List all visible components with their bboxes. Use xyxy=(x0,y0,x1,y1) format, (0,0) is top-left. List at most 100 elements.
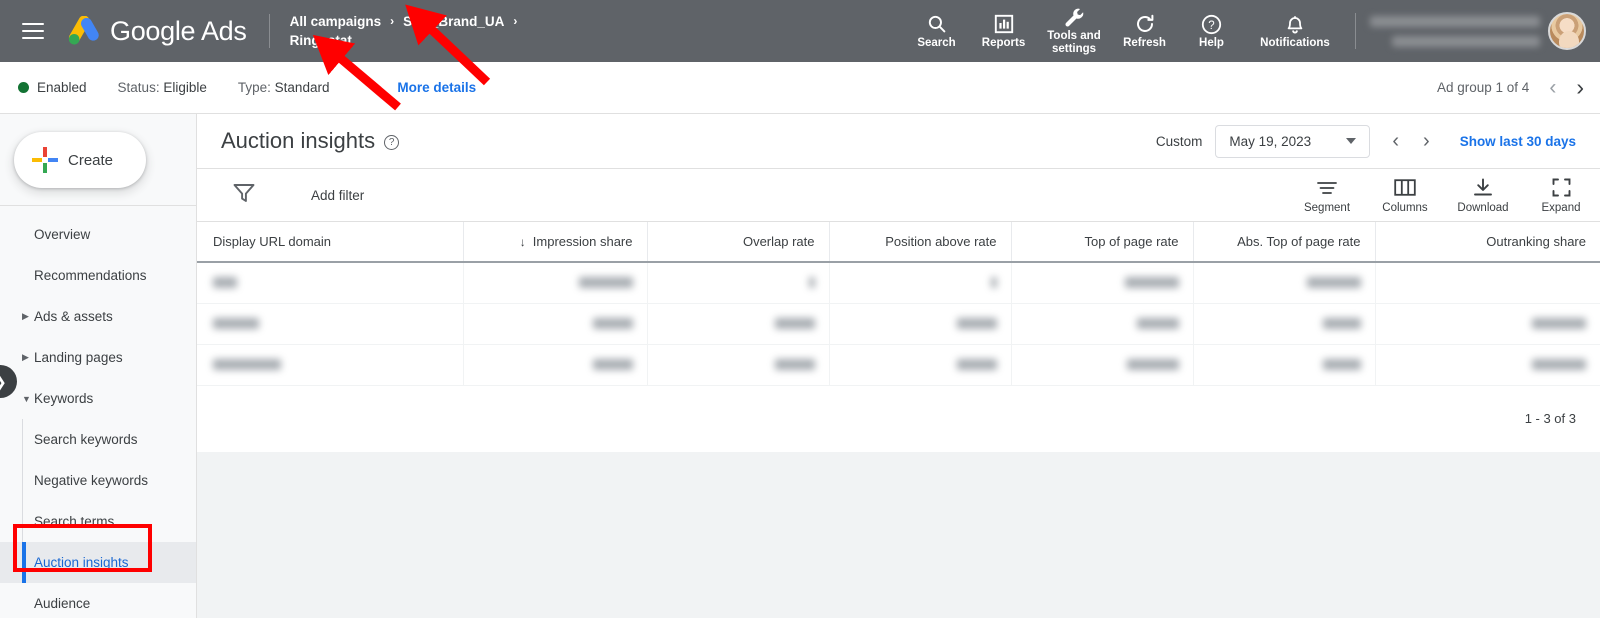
refresh-button[interactable]: Refresh xyxy=(1111,0,1178,62)
chevron-right-icon[interactable]: › xyxy=(1576,76,1584,99)
help-question-icon[interactable]: ? xyxy=(384,135,400,150)
create-button[interactable]: Create xyxy=(14,132,146,188)
chevron-left-icon[interactable]: ‹ xyxy=(1549,77,1556,98)
sidebar-item-audience[interactable]: Audience xyxy=(0,583,196,618)
table-actions: Segment Columns Download Expand xyxy=(1288,177,1600,214)
table-body xyxy=(197,262,1600,386)
sidebar-item-overview[interactable]: Overview xyxy=(0,214,196,255)
sidebar-item-label: Landing pages xyxy=(34,350,123,365)
date-next-button[interactable]: › xyxy=(1423,131,1430,151)
google-ads-logo[interactable]: Google Ads xyxy=(66,16,247,47)
topbar-tools: Search Reports Tools and settings Refres… xyxy=(903,0,1600,62)
column-header-outranking-share[interactable]: Outranking share xyxy=(1375,222,1600,263)
refresh-icon xyxy=(1135,13,1155,36)
avatar[interactable] xyxy=(1548,12,1586,50)
table-cell-redacted xyxy=(463,344,648,386)
refresh-label: Refresh xyxy=(1123,36,1166,49)
breadcrumb-all-campaigns[interactable]: All campaigns xyxy=(290,12,382,31)
svg-text:?: ? xyxy=(1208,20,1214,32)
show-last-30-days-link[interactable]: Show last 30 days xyxy=(1460,134,1576,149)
chevron-down-icon: ⌄ xyxy=(375,79,387,95)
sidebar-item-label: Overview xyxy=(34,227,91,242)
table-cell-redacted xyxy=(197,344,464,386)
tools-settings-button[interactable]: Tools and settings xyxy=(1037,0,1111,62)
date-prev-button[interactable]: ‹ xyxy=(1392,131,1399,151)
table-header-row: Display URL domain ↓ Impression share Ove… xyxy=(197,222,1600,263)
table-pagination: 1 - 3 of 3 xyxy=(197,386,1600,452)
sidebar-item-keywords[interactable]: ▼ Keywords xyxy=(0,378,196,419)
top-navigation-bar: Google Ads All campaigns › SER_Brand_UA … xyxy=(0,0,1600,62)
filter-funnel-icon[interactable] xyxy=(233,183,255,208)
table-cell-redacted xyxy=(463,303,648,345)
segment-button[interactable]: Segment xyxy=(1288,177,1366,214)
expand-label: Expand xyxy=(1541,201,1581,214)
reports-button[interactable]: Reports xyxy=(970,0,1037,62)
sidebar-item-label: Ads & assets xyxy=(34,309,113,324)
account-divider xyxy=(1355,13,1356,49)
table-cell-redacted xyxy=(197,303,464,345)
column-header-abs-top-of-page-rate[interactable]: Abs. Top of page rate xyxy=(1193,222,1376,263)
more-details-button[interactable]: ⌄ More details xyxy=(375,80,476,96)
breadcrumb-campaign[interactable]: SER_Brand_UA xyxy=(403,12,504,31)
sidebar-item-ads-assets[interactable]: ▶ Ads & assets xyxy=(0,296,196,337)
table-row[interactable] xyxy=(197,303,1600,345)
plus-icon xyxy=(32,147,58,173)
ad-group-pager: Ad group 1 of 4 ‹ › xyxy=(1437,76,1584,99)
redacted-value xyxy=(1306,277,1361,289)
campaign-type: Type: Standard xyxy=(237,80,330,95)
search-icon xyxy=(927,13,947,36)
redacted-value xyxy=(1126,358,1179,370)
breadcrumb-account[interactable]: Ringostat xyxy=(290,31,518,50)
segment-lines-icon xyxy=(1316,177,1338,199)
highlight-auction-insights xyxy=(13,524,152,572)
expand-fullscreen-icon xyxy=(1552,177,1571,199)
triangle-down-icon xyxy=(1346,138,1357,144)
table-cell-redacted xyxy=(829,262,1012,304)
column-header-top-of-page-rate[interactable]: Top of page rate xyxy=(1011,222,1194,263)
help-button[interactable]: ? Help xyxy=(1178,0,1245,62)
pagination-count: 1 - 3 of 3 xyxy=(1524,411,1576,426)
table-cell-redacted xyxy=(1011,344,1194,386)
date-range-mode-label: Custom xyxy=(1155,133,1203,149)
table-row[interactable] xyxy=(197,262,1600,304)
redacted-value xyxy=(1532,358,1586,370)
sidebar-item-recommendations[interactable]: Recommendations xyxy=(0,255,196,296)
card-header: Auction insights ? Custom May 19, 2023 ‹… xyxy=(197,114,1600,169)
columns-label: Columns xyxy=(1382,201,1428,214)
column-header-impression-share[interactable]: ↓ Impression share xyxy=(463,222,648,263)
redacted-value xyxy=(1322,317,1361,329)
notifications-button[interactable]: Notifications xyxy=(1245,0,1345,62)
search-label: Search xyxy=(917,36,956,49)
status-enabled-dot-icon xyxy=(18,82,29,93)
sidebar-item-negative-keywords[interactable]: Negative keywords xyxy=(0,460,196,501)
column-header-display-url-domain[interactable]: Display URL domain xyxy=(197,222,464,263)
help-label: Help xyxy=(1199,36,1224,49)
add-filter-button[interactable]: Add filter xyxy=(311,188,364,203)
date-range-control: Custom May 19, 2023 ‹ › Show last 30 day… xyxy=(1155,124,1576,158)
sidebar-item-landing-pages[interactable]: ▶ Landing pages xyxy=(0,337,196,378)
download-button[interactable]: Download xyxy=(1444,177,1522,214)
chevron-right-icon: › xyxy=(390,14,395,28)
table-cell-redacted xyxy=(647,303,830,345)
chevron-right-icon: ❯ xyxy=(0,373,7,391)
columns-button[interactable]: Columns xyxy=(1366,177,1444,214)
account-info-redacted[interactable] xyxy=(1370,15,1548,47)
sidebar-item-search-keywords[interactable]: Search keywords xyxy=(0,419,196,460)
caret-right-icon: ▶ xyxy=(22,311,29,321)
status-eligible: Status: Eligible xyxy=(117,80,207,95)
download-icon xyxy=(1473,177,1493,199)
table-row[interactable] xyxy=(197,344,1600,386)
column-header-position-above-rate[interactable]: Position above rate xyxy=(829,222,1012,263)
table-cell-redacted xyxy=(829,344,1012,386)
table-cell-redacted xyxy=(463,262,648,304)
hamburger-menu-icon[interactable] xyxy=(22,23,44,39)
table-cell-redacted xyxy=(1011,303,1194,345)
chevron-right-icon: › xyxy=(513,14,518,28)
help-question-icon: ? xyxy=(1201,13,1222,36)
search-button[interactable]: Search xyxy=(903,0,970,62)
table-cell-redacted xyxy=(1011,262,1194,304)
expand-button[interactable]: Expand xyxy=(1522,177,1600,214)
column-header-overlap-rate[interactable]: Overlap rate xyxy=(647,222,830,263)
sidebar-item-label: Audience xyxy=(34,596,91,611)
date-range-selector[interactable]: May 19, 2023 xyxy=(1215,124,1371,158)
